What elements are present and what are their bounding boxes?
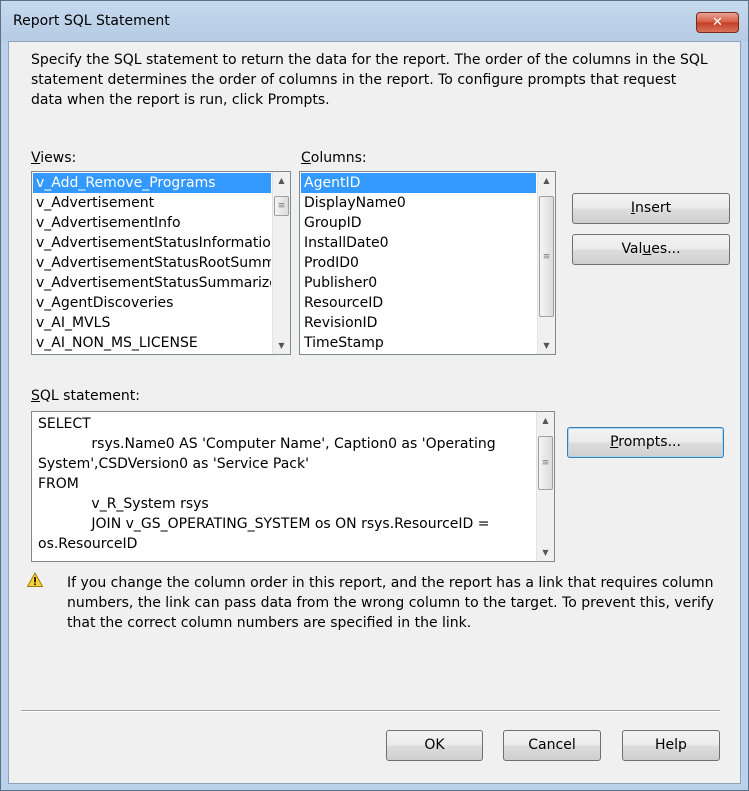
description-text: Specify the SQL statement to return the … xyxy=(31,52,708,108)
scroll-up-arrow-icon[interactable]: ▲ xyxy=(273,172,290,189)
separator xyxy=(21,710,720,712)
warning-text: If you change the column order in this r… xyxy=(67,575,714,631)
views-list-item[interactable]: v_AgentDiscoveries xyxy=(33,293,271,313)
title-bar: Report SQL Statement ✕ xyxy=(1,1,748,41)
window-title: Report SQL Statement xyxy=(13,13,170,29)
values-button[interactable]: Values... xyxy=(572,234,730,265)
views-list-item[interactable]: v_AdvertisementStatusInformation xyxy=(33,233,271,253)
columns-list-item[interactable]: ResourceID xyxy=(301,293,536,313)
views-listbox[interactable]: v_Add_Remove_Programs v_Advertisement v_Ad… xyxy=(31,171,291,355)
scroll-up-arrow-icon[interactable]: ▲ xyxy=(537,412,554,429)
views-scrollbar[interactable]: ▲ ≡ ▼ xyxy=(272,172,290,354)
views-list-item[interactable]: v_AdvertisementInfo xyxy=(33,213,271,233)
scroll-thumb[interactable]: ≡ xyxy=(274,196,289,216)
columns-scrollbar[interactable]: ▲ ≡ ▼ xyxy=(537,172,555,354)
columns-list-item[interactable]: AgentID xyxy=(301,173,536,193)
sql-scrollbar[interactable]: ▲ ≡ ▼ xyxy=(536,412,554,561)
scroll-thumb[interactable]: ≡ xyxy=(539,196,554,317)
insert-button[interactable]: Insert xyxy=(572,193,730,224)
views-list-item[interactable]: v_AdvertisementStatusSummarize xyxy=(33,273,271,293)
scroll-up-arrow-icon[interactable]: ▲ xyxy=(538,172,555,189)
prompts-button[interactable]: Prompts... xyxy=(567,427,724,458)
columns-listbox[interactable]: AgentID DisplayName0 GroupID InstallDate0 Pr… xyxy=(299,171,556,355)
columns-list-item[interactable]: TimeStamp xyxy=(301,333,536,353)
views-list-item[interactable]: v_AI_NON_MS_LICENSE xyxy=(33,333,271,353)
views-list-item[interactable]: v_AI_MVLS xyxy=(33,313,271,333)
sql-statement-text[interactable]: SELECT rsys.Name0 AS 'Computer Name', Ca… xyxy=(38,414,534,554)
views-list-item[interactable]: v_Add_Remove_Programs xyxy=(33,173,271,193)
scroll-down-arrow-icon[interactable]: ▼ xyxy=(537,544,554,561)
close-icon: ✕ xyxy=(712,15,723,30)
dialog-body: Specify the SQL statement to return the … xyxy=(8,41,741,784)
columns-label: Columns: xyxy=(301,150,367,166)
scroll-down-arrow-icon[interactable]: ▼ xyxy=(273,337,290,354)
columns-list-item[interactable]: Publisher0 xyxy=(301,273,536,293)
columns-list-item[interactable]: DisplayName0 xyxy=(301,193,536,213)
warning-icon xyxy=(27,572,43,587)
columns-list-item[interactable]: ProdID0 xyxy=(301,253,536,273)
sql-statement-textbox[interactable]: SELECT rsys.Name0 AS 'Computer Name', Ca… xyxy=(31,411,555,562)
cancel-button[interactable]: Cancel xyxy=(503,730,601,761)
columns-list-item[interactable]: RevisionID xyxy=(301,313,536,333)
help-button[interactable]: Help xyxy=(622,730,720,761)
sql-statement-label: SQL statement: xyxy=(31,388,140,404)
close-button[interactable]: ✕ xyxy=(696,12,739,33)
ok-button[interactable]: OK xyxy=(386,730,483,761)
columns-list-item[interactable]: InstallDate0 xyxy=(301,233,536,253)
views-list-item[interactable]: v_Advertisement xyxy=(33,193,271,213)
columns-list-item[interactable]: GroupID xyxy=(301,213,536,233)
views-list-item[interactable]: v_AdvertisementStatusRootSumm xyxy=(33,253,271,273)
report-sql-dialog: Report SQL Statement ✕ Specify the SQL s… xyxy=(0,0,749,791)
scroll-down-arrow-icon[interactable]: ▼ xyxy=(538,337,555,354)
views-label: Views: xyxy=(31,150,77,166)
scroll-thumb[interactable]: ≡ xyxy=(538,436,553,490)
